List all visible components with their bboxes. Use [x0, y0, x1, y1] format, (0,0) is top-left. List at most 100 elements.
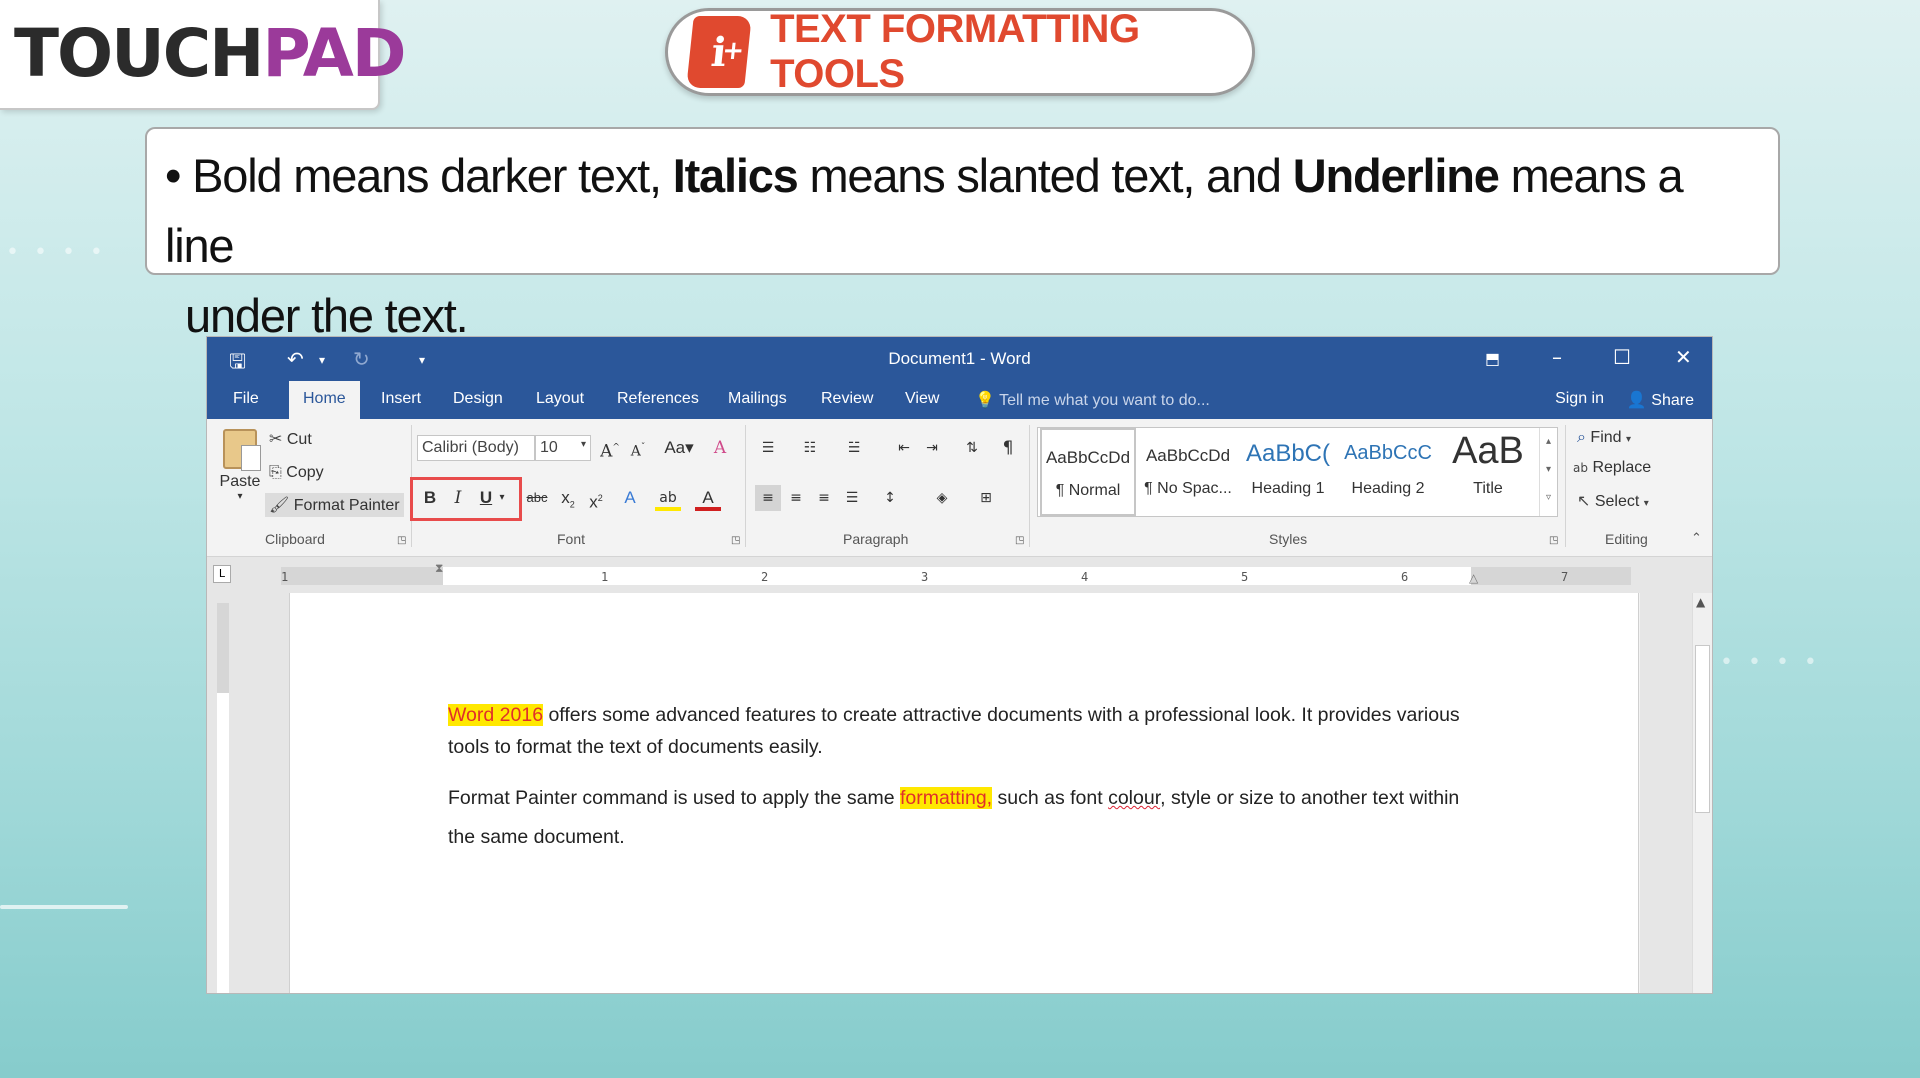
clear-formatting-icon[interactable]: A — [707, 435, 733, 461]
tab-references[interactable]: References — [617, 390, 699, 408]
group-separator — [1029, 425, 1030, 547]
increase-indent-button[interactable]: ⇥ — [919, 435, 945, 461]
bullets-button[interactable]: ☰ — [755, 435, 781, 461]
font-name-value: Calibri (Body) — [422, 439, 519, 456]
paragraph-2[interactable]: Format Painter command is used to apply … — [448, 779, 1478, 857]
format-painter-label: Format Painter — [293, 497, 400, 514]
tab-review[interactable]: Review — [821, 390, 873, 408]
tab-layout[interactable]: Layout — [536, 390, 584, 408]
align-right-button[interactable]: ≡ — [811, 485, 837, 511]
background-line — [0, 905, 128, 909]
decrease-indent-button[interactable]: ⇤ — [891, 435, 917, 461]
style-sample: AaBbC( — [1245, 440, 1331, 467]
style-heading-1[interactable]: AaBbC( Heading 1 — [1238, 428, 1338, 516]
vertical-ruler[interactable] — [217, 603, 229, 993]
select-button[interactable]: ↖ Select ▾ — [1577, 491, 1649, 511]
superscript-button[interactable]: x2 — [583, 485, 609, 512]
pilcrow-button[interactable]: ¶ — [995, 435, 1021, 461]
paste-dropdown-icon: ▾ — [237, 491, 243, 502]
borders-button[interactable]: ⊞ — [973, 485, 999, 511]
maximize-button[interactable]: ☐ — [1613, 345, 1631, 369]
highlight-color-button[interactable]: ab — [655, 485, 681, 511]
tab-selector[interactable]: L — [213, 565, 231, 583]
style-name: Title — [1473, 480, 1503, 497]
find-label: Find — [1590, 429, 1622, 446]
strikethrough-button[interactable]: abc — [521, 485, 553, 511]
align-center-button[interactable]: ≡ — [783, 485, 809, 511]
scroll-up-icon[interactable]: ▲ — [1696, 595, 1705, 609]
share-button[interactable]: 👤 Share — [1627, 390, 1694, 410]
sort-button[interactable]: ⇅ — [959, 435, 985, 461]
vertical-scrollbar[interactable]: ▲ — [1692, 593, 1712, 993]
line-spacing-button[interactable]: ↕ — [877, 485, 903, 511]
bold-button[interactable]: B — [417, 485, 443, 511]
title-bar: 🖫 ↶ ▾ ↻ ▾ Document1 - Word ⬒ – ☐ ✕ — [207, 337, 1712, 381]
sign-in-link[interactable]: Sign in — [1555, 390, 1604, 408]
tab-view[interactable]: View — [905, 390, 939, 408]
styles-scroll[interactable]: ▴ ▾ ▿ — [1539, 428, 1557, 516]
replace-icon: ab — [1573, 461, 1588, 475]
text-effects-button[interactable]: A — [617, 485, 643, 511]
ribbon-display-icon[interactable]: ⬒ — [1485, 349, 1500, 368]
style-normal[interactable]: AaBbCcDd ¶ Normal — [1040, 428, 1136, 516]
right-indent-marker-icon[interactable]: △ — [1469, 571, 1478, 585]
tab-design[interactable]: Design — [453, 390, 503, 408]
font-color-button[interactable]: A — [695, 485, 721, 511]
justify-button[interactable]: ☰ — [839, 485, 865, 511]
cut-button[interactable]: ✂ Cut — [269, 429, 312, 449]
background-dots: • • • • — [6, 240, 107, 265]
minimize-button[interactable]: – — [1552, 345, 1562, 369]
shading-button[interactable]: ◈ — [929, 485, 955, 511]
copy-label: Copy — [286, 464, 324, 481]
subscript-button[interactable]: x2 — [555, 485, 581, 511]
find-button[interactable]: ⌕ Find ▾ — [1577, 427, 1631, 447]
shrink-font-button[interactable]: Aˇ — [625, 435, 651, 461]
italic-button[interactable]: I — [445, 485, 471, 511]
dialog-launcher-icon[interactable]: ◳ — [1015, 535, 1024, 546]
ruler-number: 6 — [1401, 570, 1409, 584]
format-painter-button[interactable]: 🖌 Format Painter — [265, 493, 404, 517]
dialog-launcher-icon[interactable]: ◳ — [1549, 535, 1558, 546]
document-page[interactable]: Word 2016 offers some advanced features … — [289, 593, 1639, 993]
dialog-launcher-icon[interactable]: ◳ — [397, 535, 406, 546]
multilevel-list-button[interactable]: ☱ — [841, 435, 867, 461]
font-size-combo[interactable]: 10 ▾ — [535, 435, 591, 461]
change-case-button[interactable]: Aa▾ — [659, 435, 699, 461]
style-no-spacing[interactable]: AaBbCcDd ¶ No Spac... — [1138, 428, 1238, 516]
tell-me-box[interactable]: 💡 Tell me what you want to do... — [975, 390, 1210, 410]
grow-font-button[interactable]: A^ — [597, 435, 623, 462]
paste-button[interactable]: Paste ▾ — [215, 429, 265, 502]
tab-file[interactable]: File — [233, 390, 259, 408]
copy-button[interactable]: ⎘ Copy — [269, 462, 324, 482]
touchpad-logo: TOUCHPAD — [0, 0, 407, 110]
horizontal-ruler[interactable]: 1 1 2 3 4 5 6 7 ⧗ △ — [281, 561, 1631, 585]
clipboard-group-label: Clipboard — [265, 531, 325, 547]
paragraph-1[interactable]: Word 2016 offers some advanced features … — [448, 699, 1478, 763]
underline-dropdown-icon[interactable]: ▾ — [495, 485, 509, 511]
tab-insert[interactable]: Insert — [381, 390, 421, 408]
copy-icon: ⎘ — [269, 462, 282, 481]
brush-icon: 🖌 — [269, 495, 290, 514]
tab-mailings[interactable]: Mailings — [728, 390, 787, 408]
replace-button[interactable]: ab Replace — [1573, 459, 1651, 477]
font-group-label: Font — [557, 531, 586, 547]
dialog-launcher-icon[interactable]: ◳ — [731, 535, 740, 546]
bullet-bold-italics: Italics — [672, 149, 799, 202]
align-left-button[interactable]: ≡ — [755, 485, 781, 511]
tab-home[interactable]: Home — [289, 381, 360, 419]
scroll-thumb[interactable] — [1695, 645, 1710, 813]
close-button[interactable]: ✕ — [1675, 345, 1692, 369]
ruler-number: 1 — [601, 570, 609, 584]
ruler-area: L 1 1 2 3 4 5 6 7 ⧗ △ — [207, 557, 1712, 593]
style-title[interactable]: AaB Title — [1438, 428, 1538, 516]
style-heading-2[interactable]: AaBbCcC Heading 2 — [1338, 428, 1438, 516]
indent-marker-icon[interactable]: ⧗ — [435, 561, 443, 576]
collapse-ribbon-icon[interactable]: ⌃ — [1691, 531, 1702, 546]
font-name-combo[interactable]: Calibri (Body) — [417, 435, 535, 461]
person-icon: 👤 — [1626, 390, 1647, 409]
numbering-button[interactable]: ☷ — [797, 435, 823, 461]
bullet-bold-underline: Underline — [1292, 149, 1500, 202]
paragraph-2-text-a: Format Painter command is used to apply … — [448, 787, 900, 809]
font-size-value: 10 — [540, 439, 558, 456]
bullet-text-2: means slanted text, and — [809, 149, 1282, 202]
